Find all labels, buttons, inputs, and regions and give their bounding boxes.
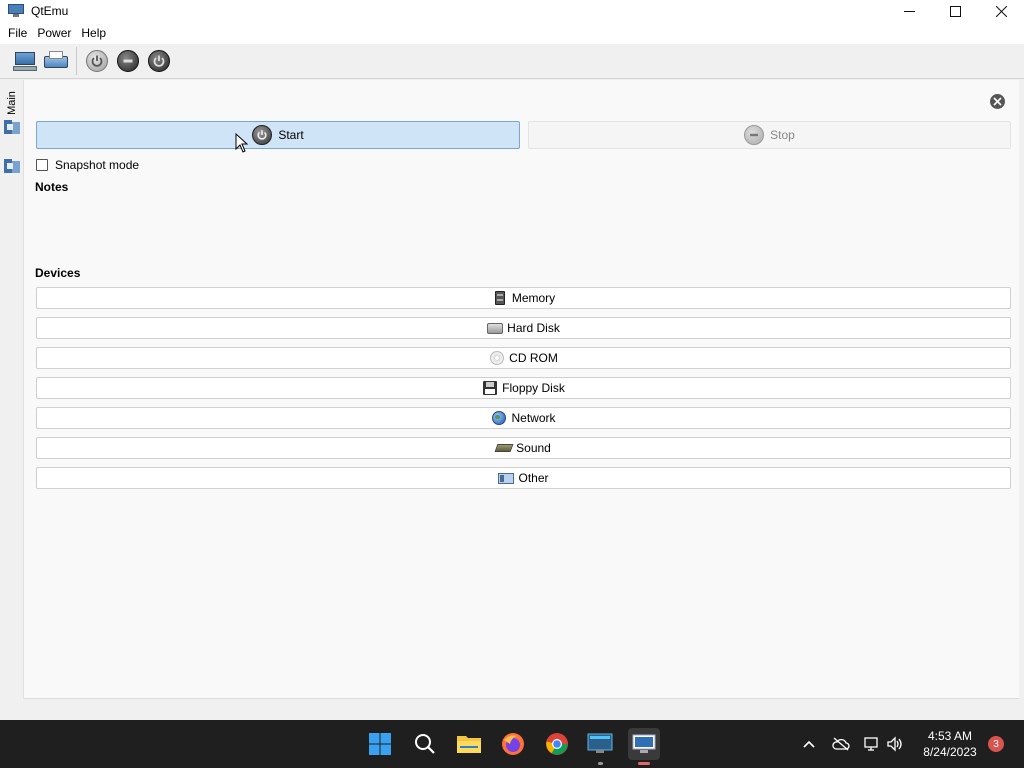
cloud-offline-icon	[832, 737, 850, 751]
machine-panel: Start Stop Snapshot mode Notes Devices M…	[23, 80, 1019, 699]
chevron-up-icon	[803, 740, 815, 748]
device-hard-disk-button[interactable]: Hard Disk	[36, 317, 1011, 339]
volume-button[interactable]	[885, 734, 905, 754]
network-status-button[interactable]	[862, 734, 882, 754]
device-sound-button[interactable]: Sound	[36, 437, 1011, 459]
firefox-icon	[502, 733, 524, 755]
device-floppy-disk-label: Floppy Disk	[502, 381, 565, 395]
cd-rom-icon	[489, 351, 505, 365]
sound-card-icon	[494, 441, 514, 455]
search-icon	[415, 734, 435, 754]
side-tab-strip: Main	[0, 80, 23, 700]
firefox-button[interactable]	[497, 728, 529, 760]
settings-button[interactable]	[41, 46, 71, 76]
qtemu-icon	[632, 734, 656, 753]
show-hidden-icons-button[interactable]	[799, 734, 819, 754]
close-tab-button[interactable]	[990, 94, 1005, 109]
network-icon	[864, 737, 878, 751]
minimize-icon	[903, 10, 915, 12]
snapshot-mode-checkbox[interactable]: Snapshot mode	[36, 158, 139, 172]
power-off-icon	[744, 125, 765, 145]
active-indicator	[638, 762, 650, 765]
device-memory-label: Memory	[511, 291, 556, 305]
mouse-cursor-icon	[235, 133, 249, 153]
clock-date: 8/24/2023	[923, 745, 977, 759]
window-title: QtEmu	[31, 4, 69, 18]
globe-icon	[491, 411, 507, 425]
device-hard-disk-label: Hard Disk	[507, 321, 560, 335]
terminal-button[interactable]	[584, 728, 616, 765]
memory-chip-icon	[492, 291, 508, 305]
tab-main[interactable]: Main	[3, 88, 21, 118]
notification-badge[interactable]: 3	[988, 736, 1004, 752]
menu-file[interactable]: File	[3, 22, 32, 44]
close-icon	[995, 5, 1007, 17]
start-menu-button[interactable]	[364, 728, 396, 760]
power-on-icon	[86, 50, 108, 72]
stop-button[interactable]: Stop	[528, 121, 1011, 149]
new-machine-icon	[13, 50, 37, 72]
window-controls	[886, 0, 1024, 22]
stop-label: Stop	[770, 128, 795, 142]
close-button[interactable]	[978, 0, 1024, 22]
other-device-icon	[498, 471, 515, 485]
new-machine-button[interactable]	[10, 46, 40, 76]
terminal-icon	[587, 733, 613, 753]
file-explorer-button[interactable]	[453, 728, 485, 760]
start-button[interactable]: Start	[36, 121, 520, 149]
device-memory-button[interactable]: Memory	[36, 287, 1011, 309]
device-other-label: Other	[518, 471, 549, 485]
onedrive-button[interactable]	[831, 734, 851, 754]
machine-icon[interactable]	[4, 120, 20, 134]
minimize-button[interactable]	[886, 0, 932, 22]
reset-icon	[148, 50, 170, 72]
maximize-button[interactable]	[932, 0, 978, 22]
qtemu-taskbar-button[interactable]	[628, 728, 660, 765]
devices-heading: Devices	[35, 266, 81, 280]
floppy-disk-icon	[482, 381, 498, 395]
power-off-icon	[117, 50, 139, 72]
snapshot-mode-label: Snapshot mode	[55, 158, 140, 172]
hard-disk-icon	[487, 321, 504, 335]
device-cd-rom-button[interactable]: CD ROM	[36, 347, 1011, 369]
power-off-button[interactable]	[113, 46, 143, 76]
menu-bar: File Power Help	[0, 22, 1024, 44]
chrome-icon	[546, 733, 568, 755]
clock-time: 4:53 AM	[927, 729, 973, 743]
maximize-icon	[949, 5, 961, 17]
menu-help[interactable]: Help	[76, 22, 111, 44]
machine-icon[interactable]	[4, 159, 20, 173]
toolbar	[0, 44, 1024, 79]
reset-button[interactable]	[144, 46, 174, 76]
taskbar: 4:53 AM 8/24/2023	[0, 720, 1024, 768]
tab-main-label: Main	[6, 91, 18, 115]
volume-icon	[887, 736, 902, 752]
start-label: Start	[278, 128, 304, 142]
power-on-icon	[252, 125, 273, 145]
chrome-button[interactable]	[541, 728, 573, 760]
device-sound-label: Sound	[516, 441, 551, 455]
menu-power[interactable]: Power	[32, 22, 76, 44]
device-network-label: Network	[511, 411, 556, 425]
monitor-icon	[8, 4, 24, 18]
notes-text[interactable]	[35, 198, 1011, 262]
running-indicator	[598, 762, 603, 765]
device-floppy-disk-button[interactable]: Floppy Disk	[36, 377, 1011, 399]
device-network-button[interactable]: Network	[36, 407, 1011, 429]
power-on-button[interactable]	[82, 46, 112, 76]
clock[interactable]: 4:53 AM 8/24/2023	[912, 728, 988, 760]
close-icon	[993, 97, 1002, 106]
title-bar: QtEmu	[0, 0, 1024, 22]
device-other-button[interactable]: Other	[36, 467, 1011, 489]
windows-start-icon	[369, 733, 391, 755]
settings-icon	[44, 50, 68, 72]
search-button[interactable]	[409, 728, 441, 760]
notes-heading: Notes	[35, 180, 69, 194]
checkbox-box[interactable]	[36, 159, 48, 171]
device-cd-rom-label: CD ROM	[509, 351, 558, 365]
file-explorer-icon	[457, 736, 481, 753]
toolbar-separator	[76, 47, 77, 75]
